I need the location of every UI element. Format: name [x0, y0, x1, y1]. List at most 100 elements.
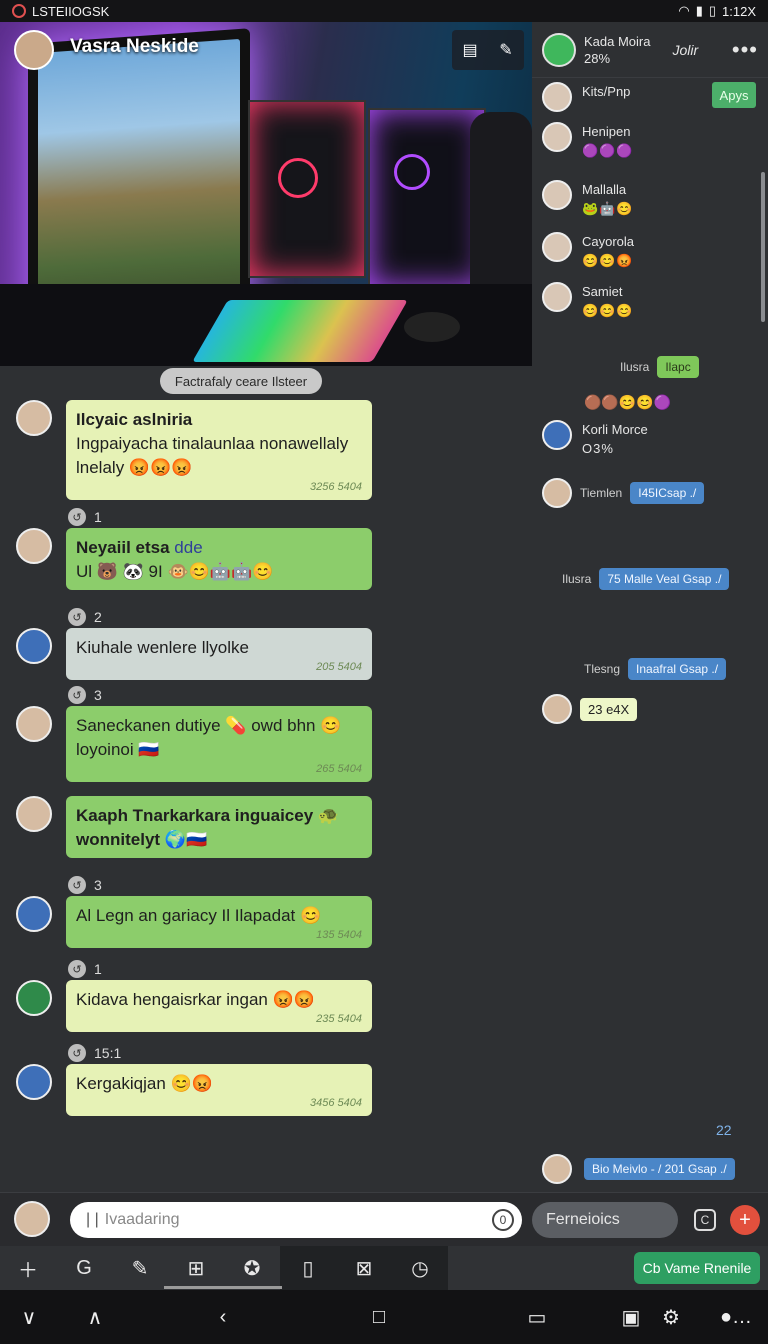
contact-item[interactable]: Henipen 🟣🟣🟣 [542, 122, 634, 160]
reply-counter[interactable]: ↺ 3 [68, 876, 102, 894]
gear-icon[interactable]: ⚙ [656, 1302, 686, 1332]
reply-counter[interactable]: ↺ 2 [68, 608, 102, 626]
message-bubble[interactable]: Saneckanen dutiye 💊 owd bhn 😊 loyoinoi 🇷… [66, 706, 372, 782]
reply-counter[interactable]: ↺ 1 [68, 508, 102, 526]
contact-item[interactable]: Kits/Pnp [542, 82, 630, 112]
recents-icon[interactable]: ▭ [522, 1302, 552, 1332]
keyboard-image [192, 300, 408, 362]
contact-item[interactable]: Cayorola 😊😊😡 [542, 232, 634, 270]
reaction-count[interactable]: 22 [716, 1122, 732, 1138]
avatar[interactable] [16, 628, 52, 664]
avatar[interactable] [16, 1064, 52, 1100]
avatar[interactable] [542, 32, 576, 67]
chevron-down-icon[interactable]: ∨ [14, 1302, 44, 1332]
message-bubble[interactable]: Kiuhale wenlere llyolke 205 5404 [66, 628, 372, 680]
home-icon[interactable]: □ [364, 1302, 394, 1332]
reply-field[interactable]: Ferneioics [532, 1202, 678, 1238]
avatar[interactable] [16, 796, 52, 832]
chevron-up-icon[interactable]: ∧ [80, 1302, 110, 1332]
message-bubble[interactable]: Al Legn an gariacy Il Ilapadat 😊 135 540… [66, 896, 372, 948]
save-icon[interactable]: ▣ [616, 1302, 646, 1332]
mouse-image [404, 312, 460, 342]
message-bubble[interactable]: 23 e4X [580, 697, 638, 721]
message-bubble[interactable]: Inaafral Gsap ./ [628, 658, 727, 680]
message-body: Ingpaiyacha tinalaunlaa nonawellaly lnel… [76, 434, 349, 477]
pc-tower-image [368, 108, 486, 288]
message-bubble[interactable]: Kidava hengaisrkar ingan 😡😡 235 5404 [66, 980, 372, 1032]
pin-icon[interactable]: ✎ [495, 39, 517, 61]
signal-icon: ▮ [695, 3, 703, 18]
reply-counter[interactable]: ↺ 1 [68, 960, 102, 978]
avatar[interactable] [16, 528, 52, 564]
sticker-icon[interactable]: C [694, 1209, 716, 1231]
message-time: 205 5404 [316, 661, 362, 673]
message-bubble[interactable]: 75 Malle Veal Gsap ./ [599, 568, 730, 590]
avatar [542, 122, 572, 152]
chat-message: Kidava hengaisrkar ingan 😡😡 235 5404 [16, 980, 372, 1032]
plus-icon[interactable]: + [730, 1205, 760, 1235]
avatar [542, 232, 572, 262]
brush-icon[interactable]: ✎ [112, 1246, 168, 1290]
message-bubble[interactable]: Bio Meivlo - / 201 Gsap ./ [584, 1158, 735, 1180]
contact-emoji: 😊😊😡 [582, 253, 634, 268]
emoji-icon[interactable]: 0 [492, 1209, 514, 1231]
battery-icon: ▯ [708, 3, 717, 18]
message-body: Ul 🐻 🐼 9I 🐵😊🤖🤖😊 [76, 562, 274, 581]
avatar[interactable] [16, 400, 52, 436]
sticker-icon[interactable]: ✪ [224, 1246, 280, 1290]
grid-icon[interactable]: ⊞ [168, 1246, 224, 1290]
profile-more-icon[interactable]: ●… [716, 1302, 756, 1332]
gif-icon[interactable]: G [56, 1246, 112, 1290]
message-suffix: dde [174, 538, 203, 557]
message-title: Ilcyaic aslniria [76, 410, 193, 429]
message-bubble[interactable]: I45ICsap ./ [630, 482, 705, 504]
more-icon[interactable]: ••• [732, 37, 758, 63]
avatar[interactable] [14, 30, 54, 70]
message-label: Tlesng [584, 662, 621, 676]
chat-message: Kaaph Tnarkarkara inguaicey 🐢 wonnitelyt… [16, 796, 372, 858]
input-placeholder: Ivaadaring [104, 1211, 180, 1228]
status-app-label: LSTEIIOGSK [32, 3, 110, 19]
book-icon[interactable]: ▯ [280, 1246, 336, 1290]
message-bubble[interactable]: Neyaiil etsa dde Ul 🐻 🐼 9I 🐵😊🤖🤖😊 [66, 528, 372, 590]
reply-counter[interactable]: ↺ 15:1 [68, 1044, 121, 1062]
document-icon[interactable]: ▤ [459, 39, 481, 61]
message-time: 3456 5404 [310, 1097, 362, 1109]
back-icon[interactable]: ‹ [208, 1302, 238, 1332]
chat-message: Kiuhale wenlere llyolke 205 5404 [16, 628, 372, 680]
message-bubble[interactable]: Ilapc [657, 356, 699, 378]
message-bubble[interactable]: Kergakiqjan 😊😡 3456 5404 [66, 1064, 372, 1116]
clock-icon[interactable]: ◷ [392, 1246, 448, 1290]
add-icon[interactable]: ＋ [0, 1246, 56, 1290]
message-input[interactable]: | | Ivaadaring 0 [70, 1202, 522, 1238]
contact-item[interactable]: Mallalla 🐸🤖😊 [542, 180, 634, 218]
contact-name: Cayorola [582, 234, 635, 249]
scrollbar[interactable] [761, 172, 765, 322]
message-bubble[interactable]: Ilcyaic aslniria Ingpaiyacha tinalaunlaa… [66, 400, 372, 500]
avatar[interactable] [16, 896, 52, 932]
chat-message: 23 e4X [542, 694, 638, 724]
header-sub: 28% [584, 50, 611, 66]
system-nav-bar: ∨ ∧ ‹ □ ▭ ▣ ⚙ ●… [0, 1290, 768, 1344]
hero-title: Vasra Neskide [70, 36, 199, 57]
avatar[interactable] [16, 980, 52, 1016]
avatar [542, 420, 572, 450]
message-body: Kergakiqjan 😊😡 [76, 1074, 213, 1093]
reply-icon: ↺ [68, 960, 86, 978]
chat-message: Ilusra 75 Malle Veal Gsap ./ [562, 568, 730, 590]
message-time: 3256 5404 [310, 481, 362, 493]
avatar[interactable] [16, 706, 52, 742]
message-time: 265 5404 [316, 763, 362, 775]
apps-button[interactable]: Apys [712, 82, 756, 108]
reply-counter[interactable]: ↺ 3 [68, 686, 102, 704]
message-bubble[interactable]: Kaaph Tnarkarkara inguaicey 🐢 wonnitelyt… [66, 796, 372, 858]
reply-icon: ↺ [68, 508, 86, 526]
header-mid-label: Jolir [672, 41, 699, 58]
wifi-icon: ◠ [678, 3, 690, 18]
contact-item[interactable]: Samiet 😊😊😊 [542, 282, 634, 320]
cta-button[interactable]: Cb Vame Rnenile [634, 1252, 760, 1284]
hero-image[interactable]: Vasra Neskide ▤ ✎ [0, 22, 532, 366]
avatar[interactable] [14, 1201, 50, 1237]
contact-item[interactable]: Korli Morce O3% [542, 420, 648, 458]
image-icon[interactable]: ⊠ [336, 1246, 392, 1290]
